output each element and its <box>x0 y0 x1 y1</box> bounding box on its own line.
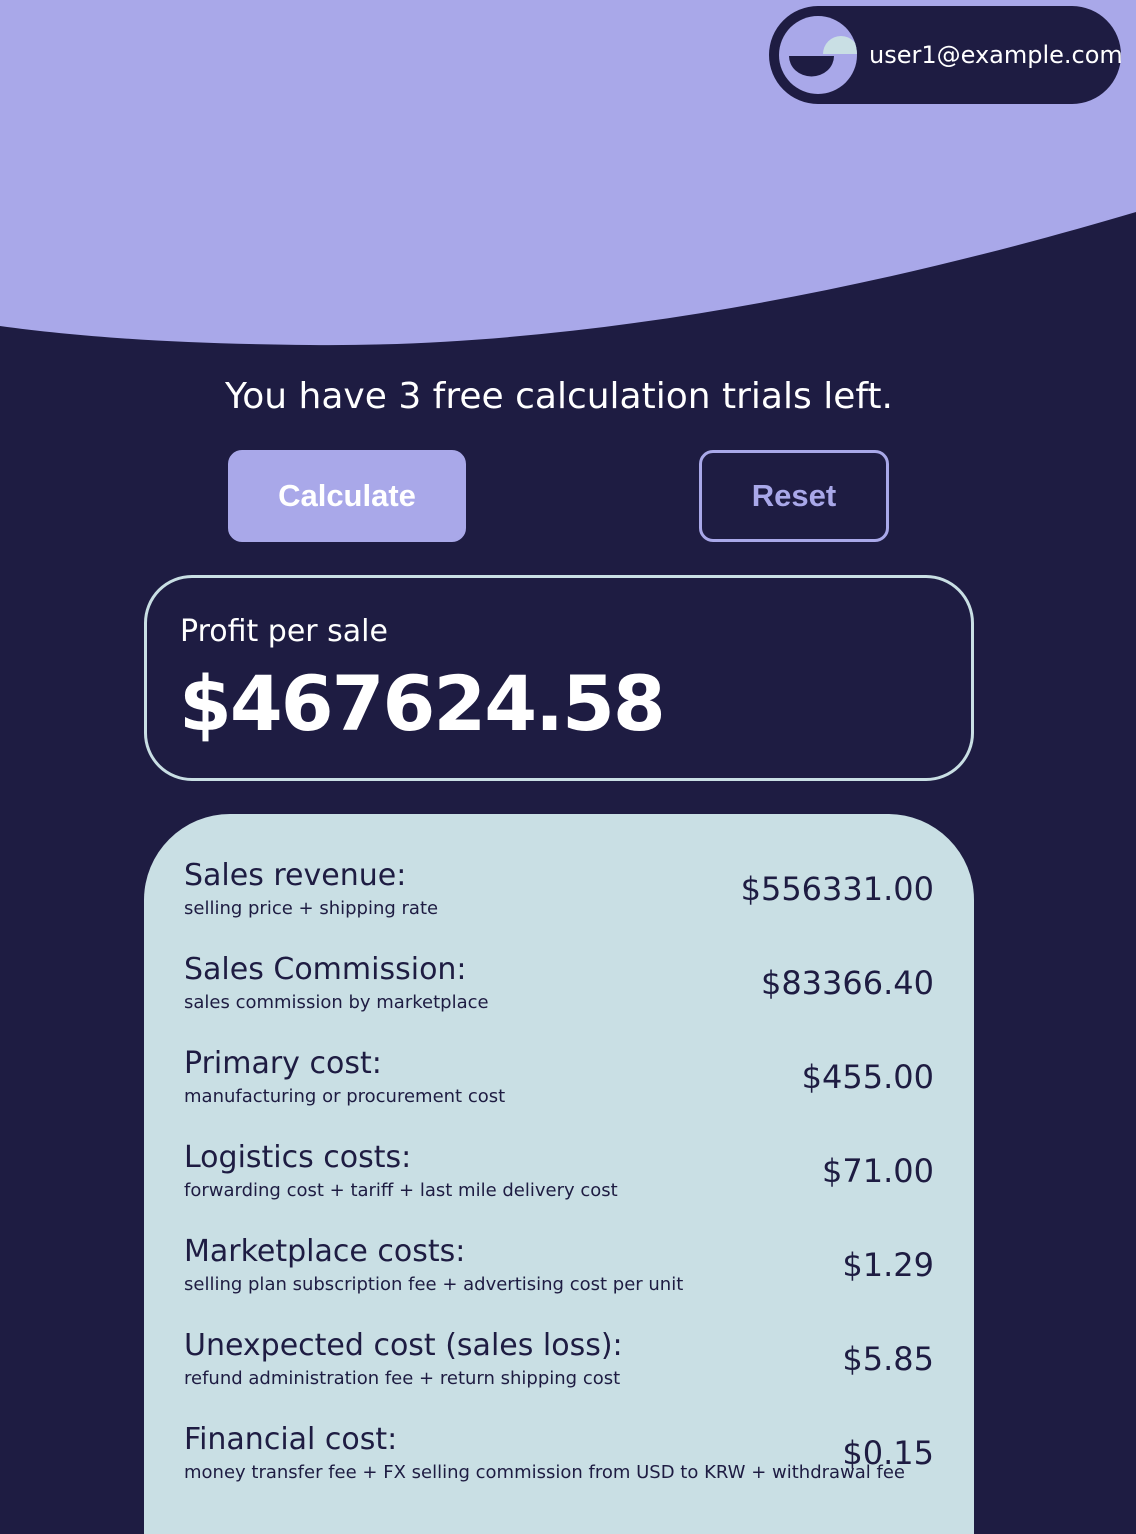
user-account-pill[interactable]: user1@example.com <box>769 6 1123 104</box>
cost-value: $5.85 <box>842 1340 934 1378</box>
cost-breakdown-card: Sales revenue: selling price + shipping … <box>144 814 974 1534</box>
reset-button[interactable]: Reset <box>699 450 889 542</box>
cost-value: $455.00 <box>801 1058 934 1096</box>
cost-row-marketplace-costs: Marketplace costs: selling plan subscrip… <box>184 1234 934 1314</box>
cost-title: Logistics costs: <box>184 1140 412 1175</box>
cost-row-unexpected-cost: Unexpected cost (sales loss): refund adm… <box>184 1328 934 1408</box>
calculate-button[interactable]: Calculate <box>228 450 466 542</box>
user-avatar[interactable] <box>779 16 857 94</box>
cost-description: refund administration fee + return shipp… <box>184 1368 621 1389</box>
cost-row-logistics-costs: Logistics costs: forwarding cost + tarif… <box>184 1140 934 1220</box>
cost-title: Sales revenue: <box>184 858 407 893</box>
profit-card: Profit per sale $467624.58 <box>144 575 974 781</box>
cost-value: $83366.40 <box>760 964 934 1002</box>
cost-title: Unexpected cost (sales loss): <box>184 1328 623 1363</box>
profit-value: $467624.58 <box>179 659 666 748</box>
user-email: user1@example.com <box>869 41 1123 69</box>
half-moon-logo-icon <box>789 36 857 77</box>
cost-value: $1.29 <box>842 1246 934 1284</box>
cost-value: $0.15 <box>842 1434 934 1472</box>
cost-value: $556331.00 <box>740 870 934 908</box>
cost-description: money transfer fee + FX selling commissi… <box>184 1462 906 1483</box>
cost-description: selling price + shipping rate <box>184 898 439 919</box>
free-trials-message: You have 3 free calculation trials left. <box>225 376 893 417</box>
cost-title: Primary cost: <box>184 1046 382 1081</box>
cost-description: forwarding cost + tariff + last mile del… <box>184 1180 618 1201</box>
cost-row-sales-commission: Sales Commission: sales commission by ma… <box>184 952 934 1032</box>
cost-row-financial-cost: Financial cost: money transfer fee + FX … <box>184 1422 934 1502</box>
cost-title: Sales Commission: <box>184 952 467 987</box>
cost-row-primary-cost: Primary cost: manufacturing or procureme… <box>184 1046 934 1126</box>
cost-title: Marketplace costs: <box>184 1234 466 1269</box>
cost-value: $71.00 <box>822 1152 934 1190</box>
cost-title: Financial cost: <box>184 1422 398 1457</box>
cost-row-sales-revenue: Sales revenue: selling price + shipping … <box>184 858 934 938</box>
profit-label: Profit per sale <box>180 614 388 649</box>
cost-description: selling plan subscription fee + advertis… <box>184 1274 684 1295</box>
cost-description: manufacturing or procurement cost <box>184 1086 506 1107</box>
cost-description: sales commission by marketplace <box>184 992 489 1013</box>
